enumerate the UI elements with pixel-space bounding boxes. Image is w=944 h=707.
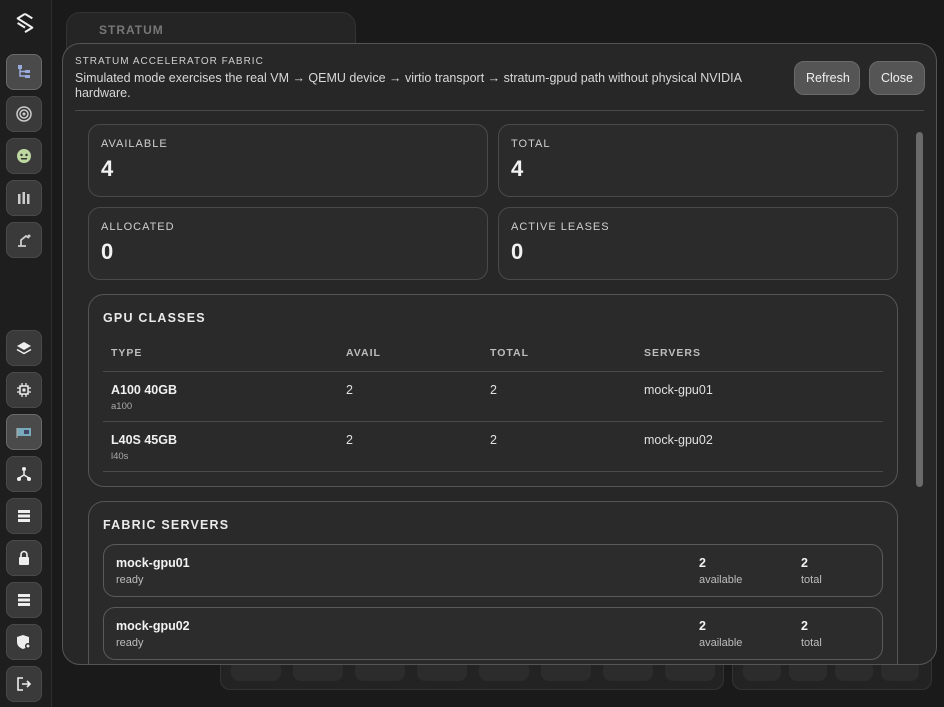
- stratum-logo-icon[interactable]: [12, 10, 38, 36]
- sidebar: [0, 0, 52, 707]
- server-total-label: total: [801, 637, 822, 649]
- modal-header: STRATUM ACCELERATOR FABRIC Simulated mod…: [75, 44, 925, 111]
- table-divider: [103, 371, 883, 372]
- stat-available: AVAILABLE 4: [88, 124, 488, 197]
- gpu-servers: mock-gpu01: [644, 383, 713, 397]
- gpu-type-name: L40S 45GB: [111, 433, 178, 447]
- section-title: FABRIC SERVERS: [103, 518, 230, 532]
- server-name: mock-gpu01: [116, 556, 190, 570]
- stat-active-leases: ACTIVE LEASES 0: [498, 207, 898, 280]
- modal-scroll-area[interactable]: AVAILABLE 4 TOTAL 4 ALLOCATED 0 ACTIVE L…: [63, 112, 936, 664]
- server-available-label: available: [699, 637, 743, 649]
- stat-label: AVAILABLE: [101, 138, 168, 150]
- hierarchy-icon[interactable]: [6, 54, 42, 90]
- server-available-label: available: [699, 574, 743, 586]
- gpu-type-id: l40s: [111, 451, 129, 462]
- server-status: ready: [116, 637, 144, 649]
- column-header-total: TOTAL: [490, 347, 530, 359]
- robot-icon[interactable]: [6, 138, 42, 174]
- modal-subtitle: Simulated mode exercises the real VM → Q…: [75, 71, 742, 100]
- gpu-avail: 2: [346, 383, 353, 397]
- list-icon[interactable]: [6, 498, 42, 534]
- server-total-count: 2: [801, 619, 808, 633]
- server-total-count: 2: [801, 556, 808, 570]
- bottles-icon[interactable]: [6, 180, 42, 216]
- server-card[interactable]: mock-gpu02 ready 2 available 2 total: [103, 607, 883, 660]
- modal-eyebrow: STRATUM ACCELERATOR FABRIC: [75, 56, 264, 67]
- fabric-servers-section: FABRIC SERVERS mock-gpu01 ready 2 availa…: [88, 501, 898, 664]
- section-title: GPU CLASSES: [103, 311, 206, 325]
- stat-label: TOTAL: [511, 138, 551, 150]
- scrollbar[interactable]: [913, 120, 925, 658]
- server-total-label: total: [801, 574, 822, 586]
- table-divider: [103, 471, 883, 472]
- gpu-classes-section: GPU CLASSES TYPE AVAIL TOTAL SERVERS A10…: [88, 294, 898, 487]
- list-icon[interactable]: [6, 582, 42, 618]
- stat-value: 0: [511, 239, 524, 264]
- lock-icon[interactable]: [6, 540, 42, 576]
- scrollbar-thumb[interactable]: [916, 132, 923, 487]
- column-header-type: TYPE: [111, 347, 143, 359]
- target-icon[interactable]: [6, 96, 42, 132]
- gpu-avail: 2: [346, 433, 353, 447]
- refresh-button[interactable]: Refresh: [794, 61, 860, 95]
- stat-label: ALLOCATED: [101, 221, 175, 233]
- server-card[interactable]: mock-gpu01 ready 2 available 2 total: [103, 544, 883, 597]
- server-name: mock-gpu02: [116, 619, 190, 633]
- stat-value: 4: [101, 156, 114, 181]
- gpu-type-name: A100 40GB: [111, 383, 178, 397]
- gpu-total: 2: [490, 383, 497, 397]
- server-available-count: 2: [699, 619, 706, 633]
- gpu-card-icon[interactable]: [6, 414, 42, 450]
- gpu-servers: mock-gpu02: [644, 433, 713, 447]
- background-card-title: STRATUM: [99, 23, 164, 37]
- stat-label: ACTIVE LEASES: [511, 221, 610, 233]
- stat-value: 4: [511, 156, 524, 181]
- column-header-servers: SERVERS: [644, 347, 701, 359]
- server-status: ready: [116, 574, 144, 586]
- column-header-avail: AVAIL: [346, 347, 381, 359]
- close-button[interactable]: Close: [869, 61, 925, 95]
- network-icon[interactable]: [6, 456, 42, 492]
- gpu-type-id: a100: [111, 401, 133, 412]
- gpu-total: 2: [490, 433, 497, 447]
- shield-user-icon[interactable]: [6, 624, 42, 660]
- robot-arm-icon[interactable]: [6, 222, 42, 258]
- accelerator-fabric-modal: STRATUM ACCELERATOR FABRIC Simulated mod…: [62, 43, 937, 665]
- logout-icon[interactable]: [6, 666, 42, 702]
- layers-icon[interactable]: [6, 330, 42, 366]
- table-divider: [103, 421, 883, 422]
- stat-value: 0: [101, 239, 114, 264]
- chip-icon[interactable]: [6, 372, 42, 408]
- stat-total: TOTAL 4: [498, 124, 898, 197]
- server-available-count: 2: [699, 556, 706, 570]
- stat-allocated: ALLOCATED 0: [88, 207, 488, 280]
